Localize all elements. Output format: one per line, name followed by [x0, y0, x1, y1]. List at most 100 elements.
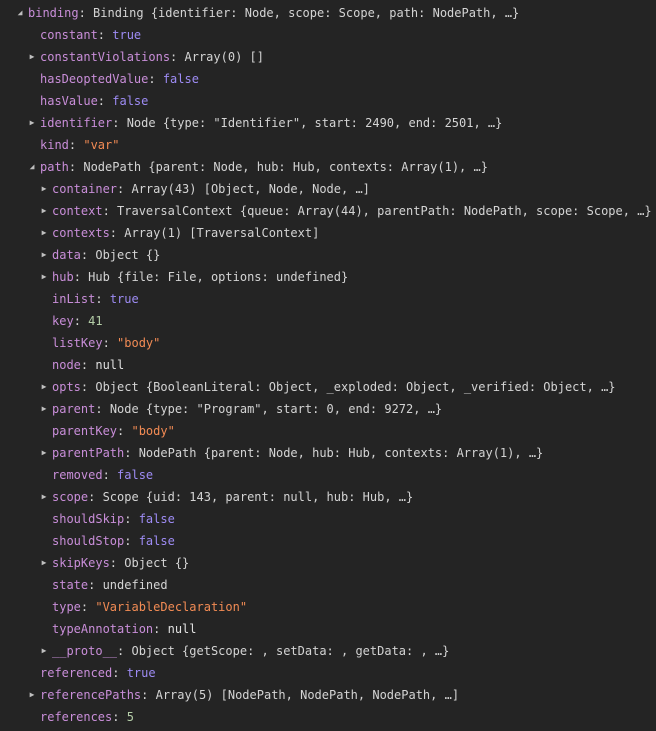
property-key: parent	[52, 402, 96, 416]
property-value: false	[162, 72, 199, 86]
property-value: undefined	[102, 578, 168, 592]
property-key: constantViolations	[40, 50, 171, 64]
property-value: NodePath {parent: Node, hub: Hub, contex…	[138, 446, 544, 460]
property-key: constant	[40, 28, 98, 42]
property-value: 5	[126, 710, 134, 724]
tree-row-node: node: null	[52, 358, 125, 372]
property-key: context	[52, 204, 103, 218]
property-value: Binding {identifier: Node, scope: Scope,…	[93, 6, 520, 20]
collapsed-triangle-icon[interactable]: ▶	[39, 486, 49, 508]
tree-row-opts[interactable]: ▶ opts: Object {BooleanLiteral: Object, _…	[0, 376, 656, 398]
property-key: listKey	[52, 336, 103, 350]
property-key: typeAnnotation	[52, 622, 154, 636]
property-value: true	[126, 666, 156, 680]
property-key: binding	[28, 6, 79, 20]
property-key: shouldStop	[52, 534, 125, 548]
property-key: references	[40, 710, 113, 724]
property-key: identifier	[40, 116, 113, 130]
property-value: Hub {file: File, options: undefined}	[88, 270, 349, 284]
property-key: scope	[52, 490, 89, 504]
property-key: type	[52, 600, 81, 614]
tree-row-skipkeys[interactable]: ▶ skipKeys: Object {}	[0, 552, 656, 574]
property-value: "var"	[83, 138, 120, 152]
property-key: container	[52, 182, 118, 196]
property-value: false	[112, 94, 149, 108]
tree-row-scope[interactable]: ▶ scope: Scope {uid: 143, parent: null, h…	[0, 486, 656, 508]
collapsed-triangle-icon[interactable]: ▶	[39, 640, 49, 662]
tree-row-inlist: inList: true	[52, 292, 139, 306]
property-key: skipKeys	[52, 556, 110, 570]
property-key: inList	[52, 292, 96, 306]
collapsed-triangle-icon[interactable]: ▶	[39, 376, 49, 398]
collapsed-triangle-icon[interactable]: ▶	[39, 244, 49, 266]
property-value: null	[167, 622, 197, 636]
property-key: hasValue	[40, 94, 98, 108]
property-key: opts	[52, 380, 81, 394]
tree-row-shouldstop: shouldStop: false	[52, 534, 175, 548]
property-key: parentKey	[52, 424, 118, 438]
property-value: Array(1) [TraversalContext]	[124, 226, 320, 240]
property-value: "body"	[131, 424, 175, 438]
property-value: "body"	[117, 336, 161, 350]
property-value: null	[95, 358, 125, 372]
property-value: false	[138, 512, 175, 526]
property-key: path	[40, 160, 69, 174]
property-value: "VariableDeclaration"	[95, 600, 248, 614]
property-key: __proto__	[52, 644, 118, 658]
property-key: hub	[52, 270, 74, 284]
tree-row-removed: removed: false	[52, 468, 154, 482]
tree-row-state: state: undefined	[52, 578, 168, 592]
tree-row-referenced: referenced: true	[40, 666, 156, 680]
tree-row-typeannotation: typeAnnotation: null	[52, 622, 197, 636]
property-value: true	[109, 292, 139, 306]
tree-row-parent[interactable]: ▶ parent: Node {type: "Program", start: 0…	[0, 398, 656, 420]
tree-row-identifier[interactable]: ▶ identifier: Node {type: "Identifier", s…	[0, 112, 656, 134]
property-value: Object {}	[95, 248, 161, 262]
property-value: NodePath {parent: Node, hub: Hub, contex…	[83, 160, 488, 174]
tree-row-proto[interactable]: ▶ __proto__: Object {getScope: , setData:…	[0, 640, 656, 662]
collapsed-triangle-icon[interactable]: ▶	[27, 684, 37, 706]
collapsed-triangle-icon[interactable]: ▶	[39, 266, 49, 288]
collapsed-triangle-icon[interactable]: ▶	[39, 200, 49, 222]
tree-row-data[interactable]: ▶ data: Object {}	[0, 244, 656, 266]
property-value: Object {}	[124, 556, 190, 570]
property-value: true	[112, 28, 142, 42]
property-value: Node {type: "Identifier", start: 2490, e…	[126, 116, 503, 130]
tree-row-shouldskip: shouldSkip: false	[52, 512, 175, 526]
collapsed-triangle-icon[interactable]: ▶	[39, 442, 49, 464]
tree-row-path[interactable]: ◢ path: NodePath {parent: Node, hub: Hub,…	[0, 156, 656, 178]
property-key: key	[52, 314, 74, 328]
collapsed-triangle-icon[interactable]: ▶	[39, 552, 49, 574]
property-value: Array(0) []	[184, 50, 264, 64]
property-key: hasDeoptedValue	[40, 72, 149, 86]
property-value: Object {BooleanLiteral: Object, _explode…	[95, 380, 616, 394]
tree-row-references: references: 5	[40, 710, 134, 724]
expanded-triangle-icon[interactable]: ◢	[15, 2, 25, 24]
collapsed-triangle-icon[interactable]: ▶	[39, 222, 49, 244]
property-key: shouldSkip	[52, 512, 125, 526]
property-value: Object {getScope: , setData: , getData: …	[131, 644, 450, 658]
property-value: TraversalContext {queue: Array(44), pare…	[117, 204, 652, 218]
property-key: kind	[40, 138, 69, 152]
tree-row-constantviolations[interactable]: ▶ constantViolations: Array(0) []	[0, 46, 656, 68]
collapsed-triangle-icon[interactable]: ▶	[27, 46, 37, 68]
tree-row-container[interactable]: ▶ container: Array(43) [Object, Node, Nod…	[0, 178, 656, 200]
property-value: Array(43) [Object, Node, Node, …]	[131, 182, 370, 196]
property-key: referencePaths	[40, 688, 142, 702]
collapsed-triangle-icon[interactable]: ▶	[39, 178, 49, 200]
tree-row-type: type: "VariableDeclaration"	[52, 600, 248, 614]
tree-row-hub[interactable]: ▶ hub: Hub {file: File, options: undefine…	[0, 266, 656, 288]
property-value: Scope {uid: 143, parent: null, hub: Hub,…	[102, 490, 414, 504]
tree-row-parentpath[interactable]: ▶ parentPath: NodePath {parent: Node, hub…	[0, 442, 656, 464]
expanded-triangle-icon[interactable]: ◢	[27, 156, 37, 178]
tree-row-binding[interactable]: ◢ binding: Binding {identifier: Node, sco…	[0, 2, 656, 24]
tree-row-contexts[interactable]: ▶ contexts: Array(1) [TraversalContext]	[0, 222, 656, 244]
property-key: referenced	[40, 666, 113, 680]
property-key: data	[52, 248, 81, 262]
property-value: Array(5) [NodePath, NodePath, NodePath, …	[155, 688, 460, 702]
collapsed-triangle-icon[interactable]: ▶	[27, 112, 37, 134]
tree-row-referencepaths[interactable]: ▶ referencePaths: Array(5) [NodePath, Nod…	[0, 684, 656, 706]
tree-row-context[interactable]: ▶ context: TraversalContext {queue: Array…	[0, 200, 656, 222]
collapsed-triangle-icon[interactable]: ▶	[39, 398, 49, 420]
tree-row-kind: kind: "var"	[40, 138, 120, 152]
